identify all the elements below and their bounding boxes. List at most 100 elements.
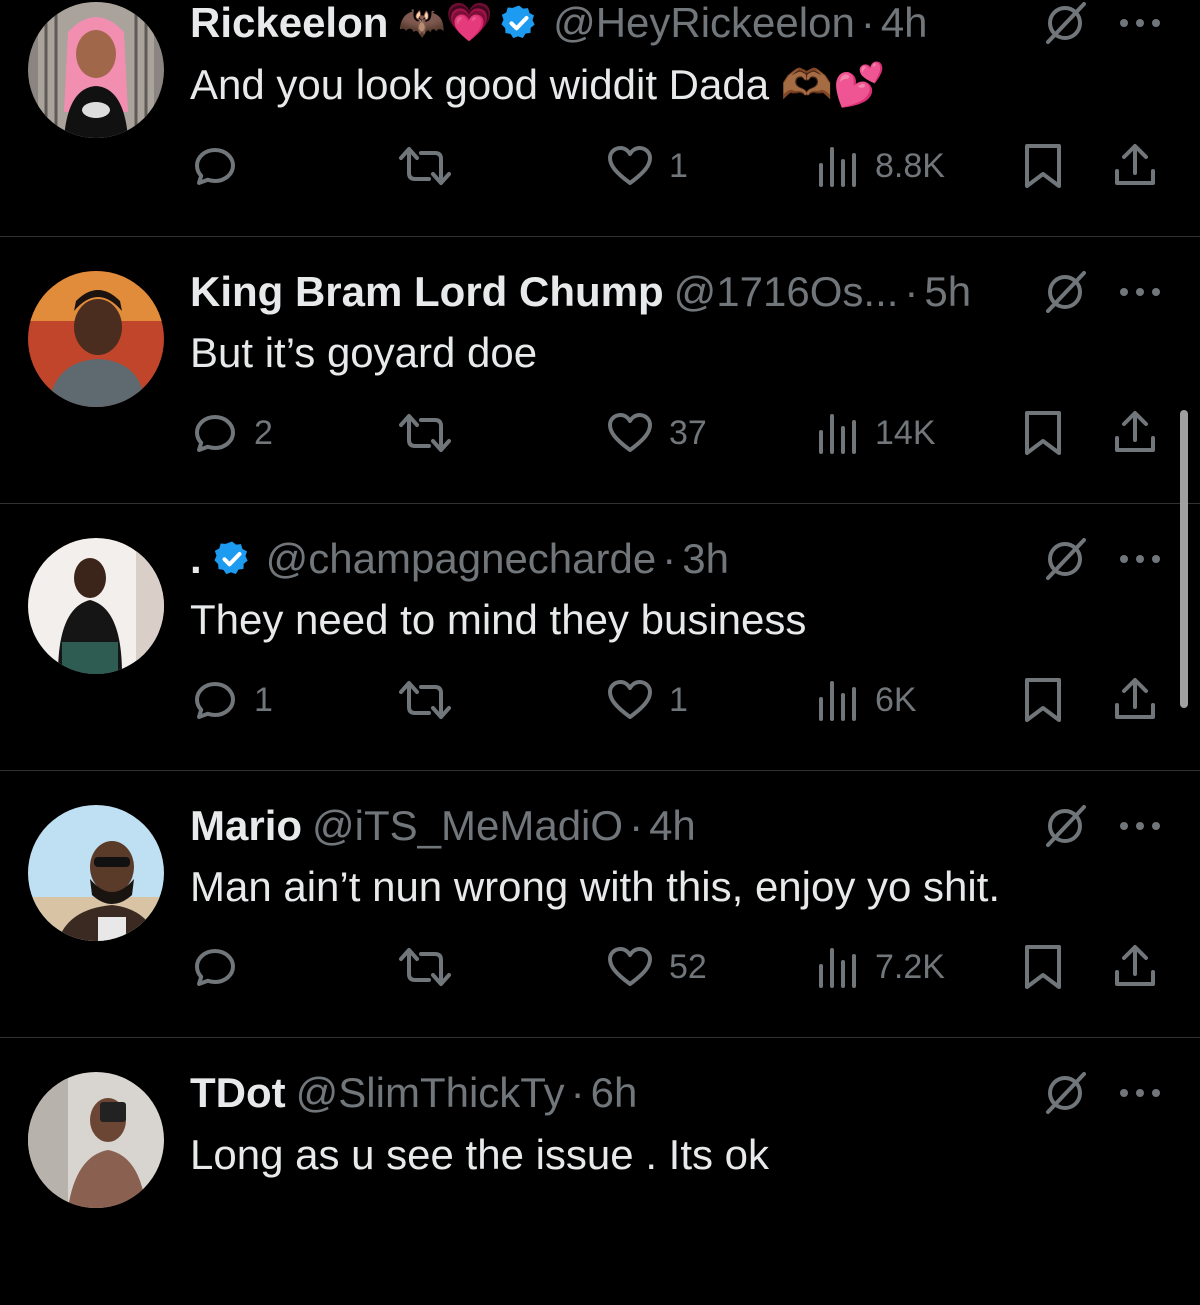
like-button[interactable]: 52 bbox=[605, 937, 707, 997]
tweet[interactable]: TDot @SlimThickTy · 6h Long as u see the… bbox=[0, 1038, 1200, 1305]
user-handle[interactable]: @iTS_MeMadiO bbox=[312, 801, 623, 851]
bookmark-icon bbox=[1025, 678, 1061, 722]
heart-icon bbox=[608, 413, 652, 452]
verified-badge-icon bbox=[212, 539, 252, 579]
share-button[interactable] bbox=[1110, 670, 1160, 730]
retweet-button[interactable] bbox=[395, 670, 469, 730]
share-icon bbox=[1115, 945, 1155, 986]
more-icon[interactable] bbox=[1110, 267, 1170, 317]
tweet[interactable]: . @champagnecharde · 3h They need to min… bbox=[0, 504, 1200, 771]
grok-icon[interactable] bbox=[1040, 801, 1090, 851]
display-name[interactable]: Rickeelon bbox=[190, 0, 388, 48]
share-icon bbox=[1115, 144, 1155, 185]
timeline-feed: Rickeelon 🦇💗 @HeyRickeelon · 4h And you … bbox=[0, 0, 1200, 1208]
reply-icon bbox=[195, 148, 235, 185]
views-button[interactable]: 7.2K bbox=[815, 937, 945, 997]
views-count: 7.2K bbox=[875, 947, 945, 986]
heart-icon bbox=[608, 146, 652, 185]
more-icon[interactable] bbox=[1110, 801, 1170, 851]
reply-button[interactable]: 1 bbox=[190, 670, 273, 730]
views-button[interactable]: 14K bbox=[815, 403, 936, 463]
tweet-text: Long as u see the issue . Its ok bbox=[190, 1131, 770, 1178]
avatar[interactable] bbox=[28, 1072, 164, 1208]
timestamp[interactable]: 4h bbox=[881, 0, 928, 48]
share-button[interactable] bbox=[1110, 136, 1160, 196]
scrollbar[interactable] bbox=[1180, 410, 1188, 708]
bookmark-button[interactable] bbox=[1020, 670, 1066, 730]
heart-icon bbox=[608, 947, 652, 986]
more-icon[interactable] bbox=[1110, 0, 1170, 48]
share-button[interactable] bbox=[1110, 937, 1160, 997]
display-name[interactable]: King Bram Lord Chump bbox=[190, 267, 664, 317]
timestamp[interactable]: 3h bbox=[682, 534, 729, 584]
user-handle[interactable]: @SlimThickTy bbox=[296, 1068, 565, 1118]
views-button[interactable]: 6K bbox=[815, 670, 917, 730]
tweet-header: King Bram Lord Chump @1716Os... · 5h bbox=[190, 267, 971, 317]
views-icon bbox=[819, 147, 856, 187]
like-button[interactable]: 37 bbox=[605, 403, 707, 463]
retweet-button[interactable] bbox=[395, 136, 469, 196]
retweet-button[interactable] bbox=[395, 937, 469, 997]
user-handle[interactable]: @champagnecharde bbox=[266, 534, 657, 584]
tweet-actions: 2 37 14K bbox=[190, 403, 1180, 463]
display-name[interactable]: TDot bbox=[190, 1068, 286, 1118]
tweet-header: Mario @iTS_MeMadiO · 4h bbox=[190, 801, 696, 851]
bookmark-button[interactable] bbox=[1020, 136, 1066, 196]
tweet-actions: 52 7.2K bbox=[190, 937, 1180, 997]
views-icon bbox=[819, 681, 856, 721]
tweet-header: . @champagnecharde · 3h bbox=[190, 534, 729, 584]
like-count: 37 bbox=[669, 413, 707, 452]
reply-count: 1 bbox=[254, 680, 273, 719]
bookmark-button[interactable] bbox=[1020, 937, 1066, 997]
bookmark-button[interactable] bbox=[1020, 403, 1066, 463]
tweet[interactable]: Mario @iTS_MeMadiO · 4h Man ain’t nun wr… bbox=[0, 771, 1200, 1038]
tweet[interactable]: King Bram Lord Chump @1716Os... · 5h But… bbox=[0, 237, 1200, 504]
separator-dot: · bbox=[662, 535, 677, 582]
views-button[interactable]: 8.8K bbox=[815, 136, 945, 196]
reply-button[interactable] bbox=[190, 136, 254, 196]
grok-icon[interactable] bbox=[1040, 0, 1090, 48]
retweet-button[interactable] bbox=[395, 403, 469, 463]
retweet-icon bbox=[399, 681, 451, 719]
like-count: 52 bbox=[669, 947, 707, 986]
display-name[interactable]: Mario bbox=[190, 801, 302, 851]
timestamp[interactable]: 4h bbox=[649, 801, 696, 851]
reply-button[interactable] bbox=[190, 937, 254, 997]
bookmark-icon bbox=[1025, 411, 1061, 455]
like-button[interactable]: 1 bbox=[605, 136, 688, 196]
avatar[interactable] bbox=[28, 538, 164, 674]
separator-dot: · bbox=[570, 1069, 585, 1116]
views-icon bbox=[819, 948, 856, 988]
avatar[interactable] bbox=[28, 271, 164, 407]
retweet-icon bbox=[399, 948, 451, 986]
tweet[interactable]: Rickeelon 🦇💗 @HeyRickeelon · 4h And you … bbox=[0, 0, 1200, 237]
user-handle[interactable]: @HeyRickeelon bbox=[553, 0, 855, 48]
like-count: 1 bbox=[669, 680, 688, 719]
avatar[interactable] bbox=[28, 2, 164, 138]
reply-icon bbox=[195, 415, 235, 452]
name-emojis: 🦇💗 bbox=[398, 2, 494, 44]
timestamp[interactable]: 5h bbox=[924, 267, 971, 317]
grok-icon[interactable] bbox=[1040, 1068, 1090, 1118]
tweet-header: Rickeelon 🦇💗 @HeyRickeelon · 4h bbox=[190, 0, 928, 48]
reply-button[interactable]: 2 bbox=[190, 403, 273, 463]
tweet-actions: 1 8.8K bbox=[190, 136, 1180, 196]
grok-icon[interactable] bbox=[1040, 267, 1090, 317]
user-handle[interactable]: @1716Os... bbox=[674, 267, 899, 317]
separator-dot: · bbox=[904, 268, 919, 315]
grok-icon[interactable] bbox=[1040, 534, 1090, 584]
views-count: 14K bbox=[875, 413, 936, 452]
views-count: 6K bbox=[875, 680, 917, 719]
share-button[interactable] bbox=[1110, 403, 1160, 463]
avatar[interactable] bbox=[28, 805, 164, 941]
verified-badge-icon bbox=[499, 3, 539, 43]
like-button[interactable]: 1 bbox=[605, 670, 688, 730]
heart-icon bbox=[608, 680, 652, 719]
reply-icon bbox=[195, 682, 235, 719]
tweet-text: But it’s goyard doe bbox=[190, 329, 538, 376]
tweet-actions: 1 1 6K bbox=[190, 670, 1180, 730]
display-name[interactable]: . bbox=[190, 534, 202, 584]
more-icon[interactable] bbox=[1110, 1068, 1170, 1118]
more-icon[interactable] bbox=[1110, 534, 1170, 584]
timestamp[interactable]: 6h bbox=[591, 1068, 638, 1118]
